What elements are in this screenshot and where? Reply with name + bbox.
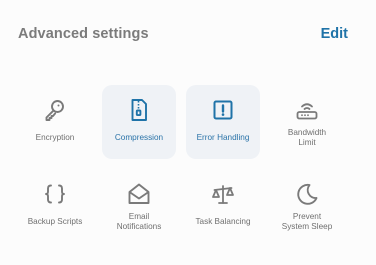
open-envelope-icon (126, 181, 152, 207)
section-title: Advanced settings (18, 26, 149, 42)
tile-bandwidth-limit[interactable]: Bandwidth Limit (270, 85, 344, 159)
router-icon (294, 97, 320, 123)
scales-icon (210, 181, 236, 207)
curly-braces-icon (42, 181, 68, 207)
tile-email-notifications[interactable]: Email Notifications (102, 169, 176, 243)
zip-file-icon (126, 97, 152, 123)
tile-label: Task Balancing (195, 217, 251, 226)
tile-label: Error Handling (196, 133, 250, 142)
key-icon (42, 97, 68, 123)
tile-label: Backup Scripts (27, 217, 83, 226)
edit-button[interactable]: Edit (321, 26, 348, 42)
exclamation-box-icon (210, 97, 236, 123)
tile-encryption[interactable]: Encryption (18, 85, 92, 159)
tile-label: Bandwidth Limit (287, 128, 327, 147)
tile-task-balancing[interactable]: Task Balancing (186, 169, 260, 243)
tile-compression[interactable]: Compression (102, 85, 176, 159)
tile-prevent-system-sleep[interactable]: Prevent System Sleep (270, 169, 344, 243)
tile-label: Email Notifications (116, 212, 162, 231)
tile-backup-scripts[interactable]: Backup Scripts (18, 169, 92, 243)
header: Advanced settings Edit (18, 26, 348, 48)
tile-error-handling[interactable]: Error Handling (186, 85, 260, 159)
tile-label: Compression (114, 133, 164, 142)
tile-label: Encryption (35, 133, 75, 142)
moon-icon (294, 181, 320, 207)
tile-label: Prevent System Sleep (281, 212, 333, 231)
advanced-settings-card: Advanced settings Edit Encryption Compre… (0, 0, 376, 265)
